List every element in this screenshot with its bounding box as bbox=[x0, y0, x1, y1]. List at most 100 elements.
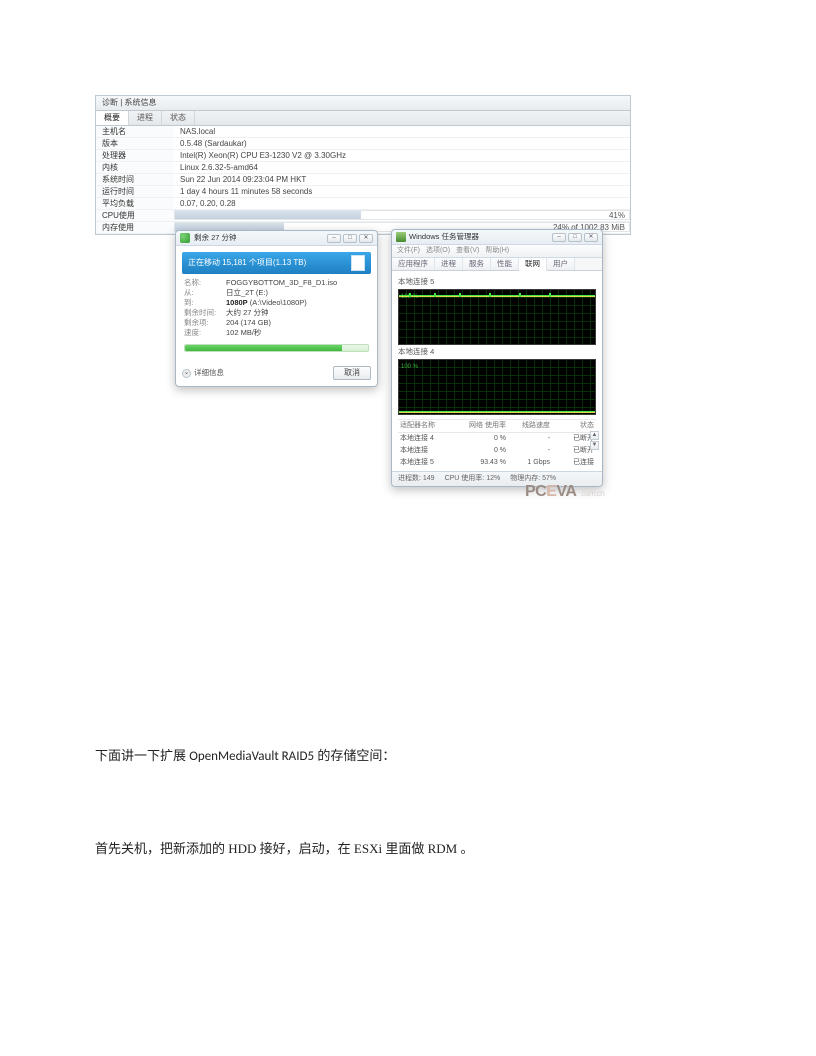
label-loadavg: 平均负载 bbox=[96, 198, 174, 209]
tab-users[interactable]: 用户 bbox=[547, 258, 575, 270]
tab-procs[interactable]: 进程 bbox=[435, 258, 463, 270]
cpu-usage-bar: 41% bbox=[174, 210, 630, 220]
task-manager-window: Windows 任务管理器 – □ ✕ 文件(F) 选项(O) 查看(V) 帮助… bbox=[391, 229, 603, 487]
adapter-table-header: 适配器名称 网络 使用率 线路速度 状态 bbox=[398, 419, 596, 433]
row-cpu: 处理器 Intel(R) Xeon(R) CPU E3-1230 V2 @ 3.… bbox=[96, 150, 630, 162]
label-version: 版本 bbox=[96, 138, 174, 149]
tm-minimize-button[interactable]: – bbox=[552, 233, 566, 242]
taskmgr-icon bbox=[396, 232, 406, 242]
minimize-button[interactable]: – bbox=[327, 234, 341, 243]
tm-maximize-button[interactable]: □ bbox=[568, 233, 582, 242]
menu-file[interactable]: 文件(F) bbox=[397, 246, 420, 256]
col-speed[interactable]: 线路速度 bbox=[508, 420, 552, 432]
row-hostname: 主机名 NAS.local bbox=[96, 126, 630, 138]
copy-eta: 大约 27 分钟 bbox=[226, 308, 369, 318]
adapter-row[interactable]: 本地连接 0 % - 已断开 bbox=[398, 445, 596, 457]
taskmgr-titlebar: Windows 任务管理器 – □ ✕ bbox=[392, 230, 602, 245]
maximize-button[interactable]: □ bbox=[343, 234, 357, 243]
taskmgr-menubar: 文件(F) 选项(O) 查看(V) 帮助(H) bbox=[392, 245, 602, 258]
row-uptime: 运行时间 1 day 4 hours 11 minutes 58 seconds bbox=[96, 186, 630, 198]
conn4-line-yellow bbox=[399, 412, 595, 413]
menu-options[interactable]: 选项(O) bbox=[426, 246, 450, 256]
sysinfo-tabs: 概要 进程 状态 bbox=[96, 111, 630, 126]
menu-view[interactable]: 查看(V) bbox=[456, 246, 479, 256]
value-uptime: 1 day 4 hours 11 minutes 58 seconds bbox=[174, 186, 630, 197]
label-memuse: 内存使用 bbox=[96, 222, 174, 233]
status-procs: 进程数: 149 bbox=[398, 474, 435, 484]
copy-banner-text: 正在移动 15,181 个项目(1.13 TB) bbox=[188, 258, 306, 268]
system-info-panel: 诊断 | 系统信息 概要 进程 状态 主机名 NAS.local 版本 0.5.… bbox=[95, 95, 631, 235]
tab-overview[interactable]: 概要 bbox=[96, 111, 129, 125]
details-toggle[interactable]: ⌄ 详细信息 bbox=[182, 368, 224, 378]
row-cpuuse: CPU使用 41% bbox=[96, 210, 630, 222]
close-button[interactable]: ✕ bbox=[359, 234, 373, 243]
label-kernel: 内核 bbox=[96, 162, 174, 173]
copy-speed: 102 MB/秒 bbox=[226, 328, 369, 338]
copy-row-name: 名称:FOGGYBOTTOM_3D_F8_D1.iso bbox=[184, 278, 369, 288]
adapter-row[interactable]: 本地连接 5 93.43 % 1 Gbps 已连接 bbox=[398, 457, 596, 469]
tm-close-button[interactable]: ✕ bbox=[584, 233, 598, 242]
status-mem: 物理内存: 57% bbox=[510, 474, 556, 484]
file-copy-window: 剩余 27 分钟 – □ ✕ 正在移动 15,181 个项目(1.13 TB) … bbox=[175, 230, 378, 387]
tab-svcs[interactable]: 服务 bbox=[463, 258, 491, 270]
tab-network[interactable]: 联网 bbox=[519, 258, 547, 271]
tab-status[interactable]: 状态 bbox=[162, 111, 195, 125]
value-hostname: NAS.local bbox=[174, 126, 630, 137]
paragraph-1: 下面讲一下扩展 OpenMediaVault RAID5 的存储空间： bbox=[95, 745, 635, 768]
breadcrumb: 诊断 | 系统信息 bbox=[96, 96, 630, 111]
value-systime: Sun 22 Jun 2014 09:23:04 PM HKT bbox=[174, 174, 630, 185]
copy-row-left: 剩余项:204 (174 GB) bbox=[184, 318, 369, 328]
taskmgr-statusbar: 进程数: 149 CPU 使用率: 12% 物理内存: 57% bbox=[392, 471, 602, 486]
scroll-down-button[interactable]: ▼ bbox=[590, 441, 599, 450]
copy-title: 剩余 27 分钟 bbox=[194, 233, 237, 243]
taskmgr-body: 本地连接 5 100 % 本地连接 4 100 % 适配器名称 网络 使 bbox=[392, 271, 602, 471]
col-usage[interactable]: 网络 使用率 bbox=[458, 420, 508, 432]
copy-name: FOGGYBOTTOM_3D_F8_D1.iso bbox=[226, 278, 369, 288]
adapter-row[interactable]: 本地连接 4 0 % - 已断开 bbox=[398, 433, 596, 445]
label-cpu: 处理器 bbox=[96, 150, 174, 161]
copy-row-eta: 剩余时间:大约 27 分钟 bbox=[184, 308, 369, 318]
label-hostname: 主机名 bbox=[96, 126, 174, 137]
recycle-icon bbox=[180, 233, 190, 243]
value-version: 0.5.48 (Sardaukar) bbox=[174, 138, 630, 149]
tab-apps[interactable]: 应用程序 bbox=[392, 258, 435, 270]
tab-perf[interactable]: 性能 bbox=[491, 258, 519, 270]
copy-banner: 正在移动 15,181 个项目(1.13 TB) bbox=[182, 252, 371, 274]
row-systime: 系统时间 Sun 22 Jun 2014 09:23:04 PM HKT bbox=[96, 174, 630, 186]
cpu-usage-label: 41% bbox=[609, 210, 625, 221]
conn5-graph: 100 % bbox=[398, 289, 596, 345]
value-loadavg: 0.07, 0.20, 0.28 bbox=[174, 198, 630, 209]
copy-row-to: 到:1080P (A:\Video\1080P) bbox=[184, 298, 369, 308]
cpu-usage-fill bbox=[175, 211, 361, 219]
value-cpu: Intel(R) Xeon(R) CPU E3-1230 V2 @ 3.30GH… bbox=[174, 150, 630, 161]
copy-to: 1080P (A:\Video\1080P) bbox=[226, 298, 369, 308]
row-version: 版本 0.5.48 (Sardaukar) bbox=[96, 138, 630, 150]
article-body: 下面讲一下扩展 OpenMediaVault RAID5 的存储空间： 首先关机… bbox=[95, 745, 635, 860]
copy-titlebar: 剩余 27 分钟 – □ ✕ bbox=[176, 231, 377, 246]
col-name[interactable]: 适配器名称 bbox=[398, 420, 458, 432]
copy-from: 日立_2T (E:) bbox=[226, 288, 369, 298]
copy-progress-bar bbox=[184, 344, 369, 352]
scroll-up-button[interactable]: ▲ bbox=[590, 431, 599, 440]
cancel-button[interactable]: 取消 bbox=[333, 366, 371, 380]
row-loadavg: 平均负载 0.07, 0.20, 0.28 bbox=[96, 198, 630, 210]
label-cpuuse: CPU使用 bbox=[96, 210, 174, 221]
chevron-down-icon: ⌄ bbox=[182, 369, 191, 378]
label-uptime: 运行时间 bbox=[96, 186, 174, 197]
taskmgr-tabs: 应用程序 进程 服务 性能 联网 用户 bbox=[392, 258, 602, 271]
conn5-line-yellow bbox=[399, 296, 595, 297]
tab-processes[interactable]: 进程 bbox=[129, 111, 162, 125]
document-icon bbox=[351, 255, 365, 271]
menu-help[interactable]: 帮助(H) bbox=[485, 246, 509, 256]
copy-left: 204 (174 GB) bbox=[226, 318, 369, 328]
copy-row-speed: 速度:102 MB/秒 bbox=[184, 328, 369, 338]
copy-progress-fill bbox=[185, 345, 342, 351]
conn5-label: 本地连接 5 bbox=[398, 277, 596, 287]
paragraph-2: 首先关机，把新添加的 HDD 接好，启动，在 ESXi 里面做 RDM 。 bbox=[95, 838, 635, 860]
conn4-label: 本地连接 4 bbox=[398, 347, 596, 357]
value-kernel: Linux 2.6.32-5-amd64 bbox=[174, 162, 630, 173]
copy-row-from: 从:日立_2T (E:) bbox=[184, 288, 369, 298]
taskmgr-title: Windows 任务管理器 bbox=[409, 232, 479, 242]
conn4-graph: 100 % bbox=[398, 359, 596, 415]
label-systime: 系统时间 bbox=[96, 174, 174, 185]
